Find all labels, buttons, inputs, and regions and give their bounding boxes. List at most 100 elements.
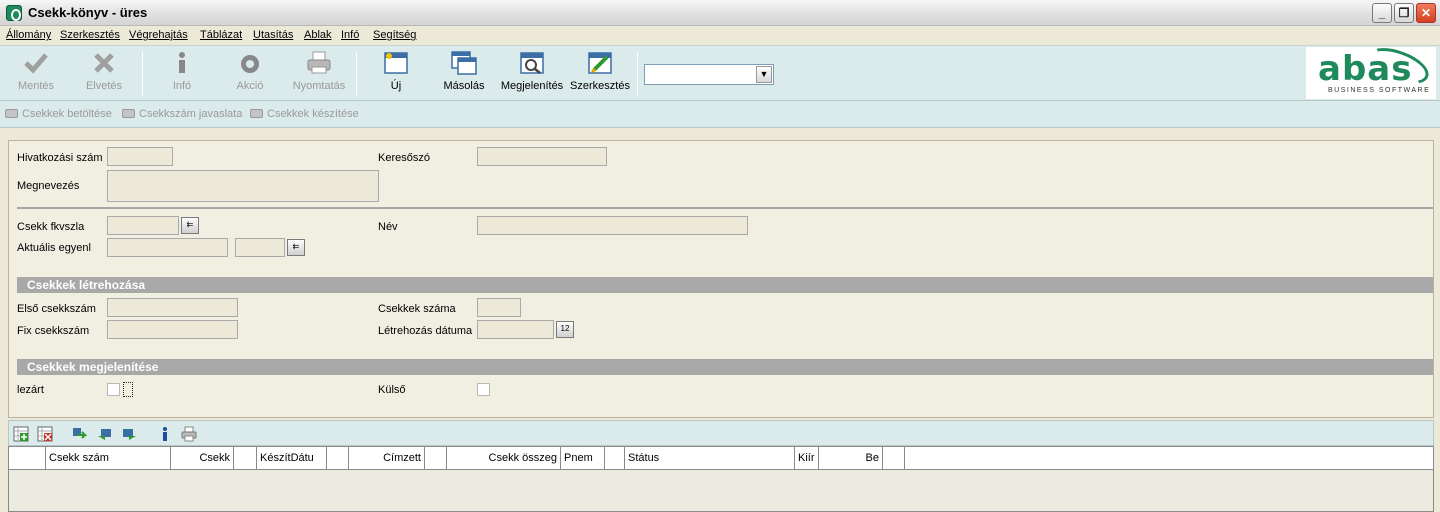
external-checkbox[interactable] — [477, 383, 490, 396]
menu-help[interactable]: Segítség — [373, 29, 416, 41]
check-account-field[interactable] — [107, 216, 179, 235]
external-label: Külső — [378, 384, 406, 396]
button-icon — [122, 109, 135, 118]
create-checks-action[interactable]: Csekkek készítése — [250, 108, 359, 120]
column-header-row-marker[interactable] — [9, 447, 46, 469]
designation-field[interactable] — [107, 170, 379, 202]
copy-label: Másolás — [443, 80, 485, 92]
chevron-down-icon[interactable]: ▼ — [756, 66, 772, 83]
column-header-empty[interactable] — [605, 447, 625, 469]
menu-table[interactable]: Táblázat — [200, 29, 242, 41]
delete-row-icon[interactable] — [37, 426, 53, 442]
reference-number-field[interactable] — [107, 147, 173, 166]
action-bar: Csekkek betöltése Csekkszám javaslata Cs… — [0, 101, 1440, 128]
logo-subtitle: BUSINESS SOFTWARE — [1328, 87, 1431, 94]
copy-button[interactable]: Másolás — [440, 50, 488, 98]
cross-icon — [91, 50, 117, 76]
column-header-empty[interactable] — [234, 447, 257, 469]
main-toolbar: Mentés Elvetés Infó Akció Nyomtatás Új M… — [0, 40, 1440, 101]
closed-checkbox[interactable] — [107, 383, 120, 396]
search-word-field[interactable] — [477, 147, 607, 166]
info-button[interactable]: Infó — [160, 50, 204, 98]
name-label: Név — [378, 221, 398, 233]
restore-button[interactable]: ❐ — [1394, 3, 1414, 23]
column-header-check-amount[interactable]: Csekk összeg — [447, 447, 561, 469]
column-header-payee[interactable]: Címzett — [349, 447, 425, 469]
calendar-icon[interactable]: 12 — [556, 321, 574, 338]
creation-date-label: Létrehozás dátuma — [378, 325, 473, 337]
column-header-check-number[interactable]: Csekk szám — [46, 447, 171, 469]
app-icon — [6, 5, 22, 21]
column-header-created-date[interactable]: KészítDátu — [257, 447, 327, 469]
number-of-checks-label: Csekkek száma — [378, 303, 456, 315]
section-divider — [17, 207, 1433, 209]
column-header-empty[interactable] — [425, 447, 447, 469]
currency-pick-button[interactable]: ⇇ — [287, 239, 305, 256]
action-icon — [237, 50, 263, 76]
focus-indicator — [123, 382, 133, 397]
closed-label: lezárt — [17, 384, 44, 396]
view-select[interactable]: ▼ — [644, 64, 774, 85]
action-button[interactable]: Akció — [226, 50, 274, 98]
close-button[interactable]: ✕ — [1416, 3, 1436, 23]
column-header-empty[interactable] — [883, 447, 905, 469]
minimize-button[interactable]: _ — [1372, 3, 1392, 23]
fixed-check-number-label: Fix csekkszám — [17, 325, 90, 337]
toolbar-separator — [637, 52, 638, 96]
check-account-pick-button[interactable]: ⇇ — [181, 217, 199, 234]
button-icon — [250, 109, 263, 118]
printer-icon[interactable] — [181, 426, 197, 442]
form-panel: Hivatkozási szám Keresőszó Megnevezés Cs… — [8, 140, 1434, 418]
edit-button[interactable]: Szerkesztés — [570, 50, 630, 98]
number-of-checks-field[interactable] — [477, 298, 521, 317]
column-header-empty[interactable] — [327, 447, 349, 469]
first-check-number-label: Első csekkszám — [17, 303, 96, 315]
menu-info[interactable]: Infó — [341, 29, 359, 41]
first-check-number-field[interactable] — [107, 298, 238, 317]
save-button[interactable]: Mentés — [12, 50, 60, 98]
load-checks-action[interactable]: Csekkek betöltése — [5, 108, 112, 120]
new-button[interactable]: Új — [380, 50, 412, 98]
checks-table: Csekk szám Csekk KészítDátu Címzett Csek… — [8, 446, 1434, 512]
checkmark-icon — [23, 50, 49, 76]
current-balance-field[interactable] — [107, 238, 228, 257]
button-icon — [5, 109, 18, 118]
creation-date-field[interactable] — [477, 320, 554, 339]
menu-edit[interactable]: Szerkesztés — [60, 29, 120, 41]
fixed-check-number-field[interactable] — [107, 320, 238, 339]
currency-field[interactable] — [235, 238, 285, 257]
row-forward-icon[interactable] — [121, 426, 137, 442]
print-label: Nyomtatás — [292, 80, 346, 92]
info-icon[interactable] — [157, 426, 173, 442]
menu-command[interactable]: Utasítás — [253, 29, 293, 41]
magnifier-document-icon — [519, 50, 545, 76]
column-header-check[interactable]: Csekk — [171, 447, 234, 469]
grid-toolbar — [8, 420, 1434, 446]
copy-icon — [451, 50, 477, 76]
print-button[interactable]: Nyomtatás — [290, 50, 348, 98]
toolbar-separator — [356, 52, 357, 96]
name-field[interactable] — [477, 216, 748, 235]
menu-window[interactable]: Ablak — [304, 29, 332, 41]
row-back-icon[interactable] — [97, 426, 113, 442]
column-header-currency[interactable]: Pnem — [561, 447, 605, 469]
suggest-check-number-action[interactable]: Csekkszám javaslata — [122, 108, 242, 120]
column-header-in[interactable]: Be — [819, 447, 883, 469]
menu-execute[interactable]: Végrehajtás — [129, 29, 188, 41]
window-title: Csekk-könyv - üres — [28, 5, 148, 20]
discard-button[interactable]: Elvetés — [80, 50, 128, 98]
table-header: Csekk szám Csekk KészítDátu Címzett Csek… — [9, 447, 1433, 470]
info-label: Infó — [172, 80, 192, 92]
menu-bar: Állomány Szerkesztés Végrehajtás Tábláza… — [0, 26, 1440, 45]
column-header-status[interactable]: Státus — [625, 447, 795, 469]
menu-file[interactable]: Állomány — [6, 29, 51, 41]
add-row-icon[interactable] — [13, 426, 29, 442]
display-button[interactable]: Megjelenítés — [500, 50, 564, 98]
move-row-icon[interactable] — [71, 426, 88, 442]
toolbar-separator — [142, 52, 143, 96]
column-header-print[interactable]: Kiír — [795, 447, 819, 469]
info-icon — [169, 50, 195, 76]
title-bar: Csekk-könyv - üres _ ❐ ✕ — [0, 0, 1440, 26]
edit-label: Szerkesztés — [570, 80, 630, 92]
create-checks-label: Csekkek készítése — [267, 108, 359, 120]
